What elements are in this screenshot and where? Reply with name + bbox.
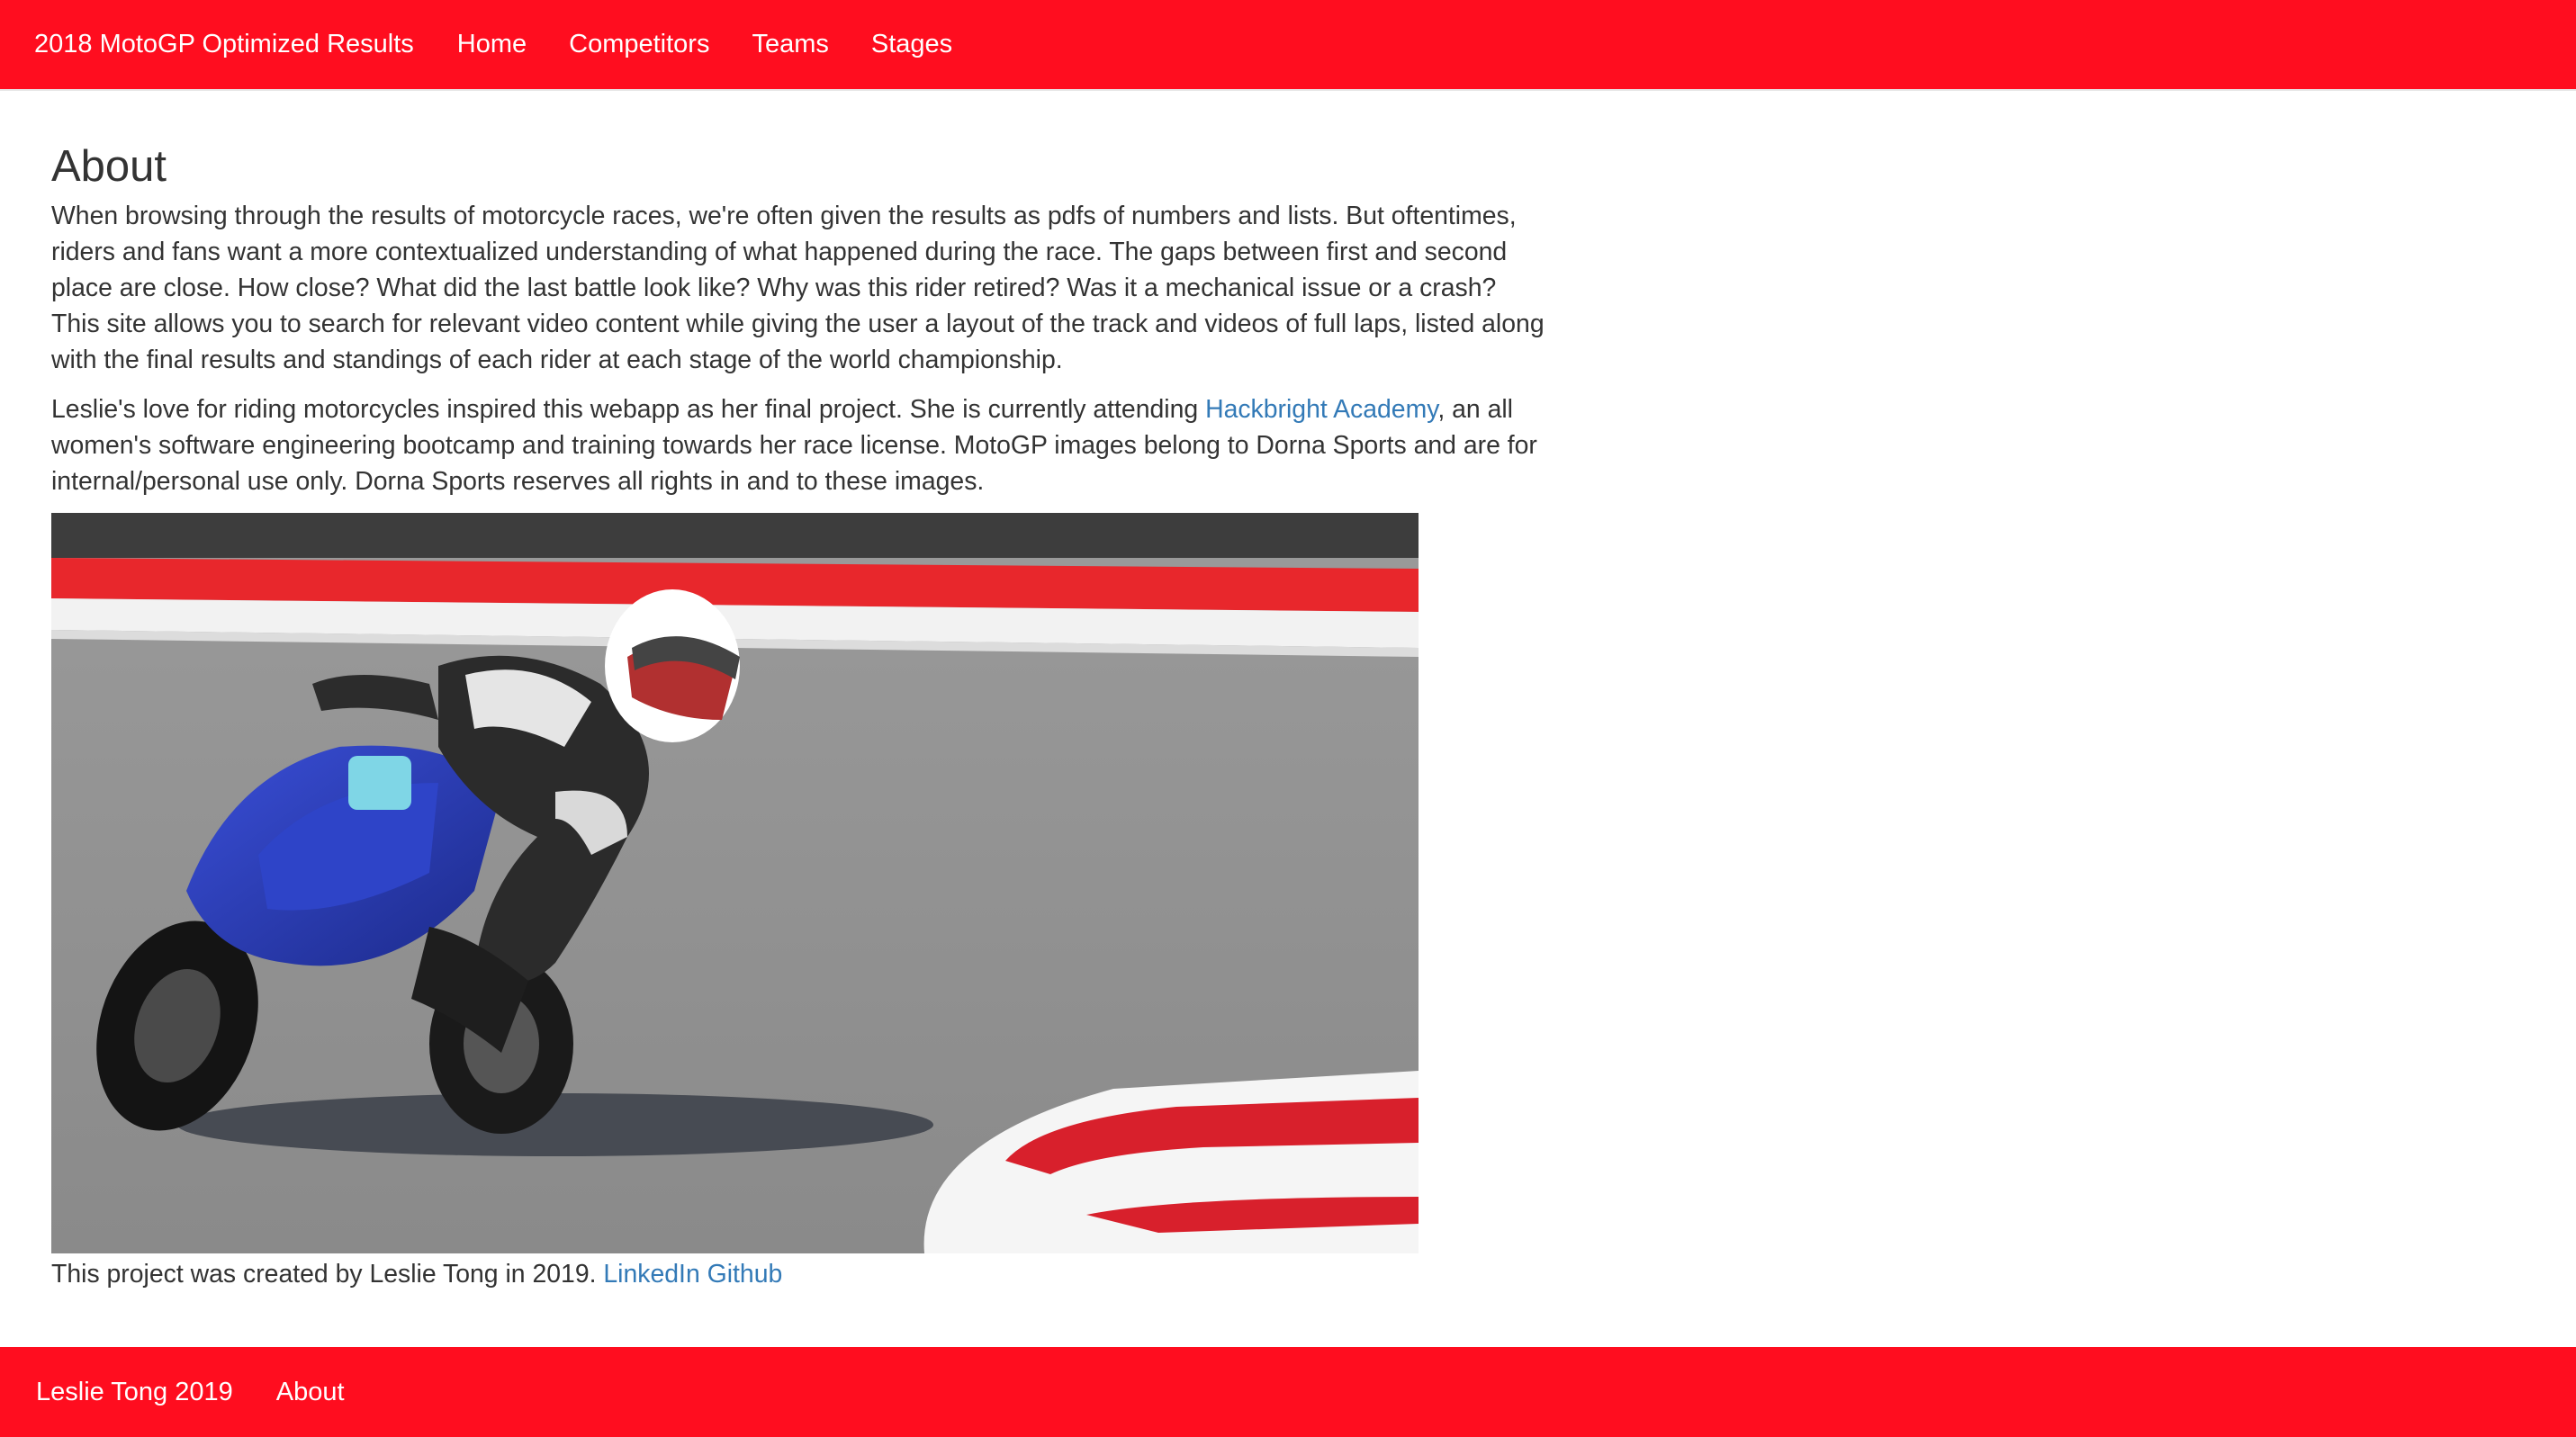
motorcycle-rider-illustration bbox=[51, 513, 1419, 1253]
linkedin-link[interactable]: LinkedIn bbox=[603, 1260, 699, 1289]
hackbright-academy-link[interactable]: Hackbright Academy bbox=[1205, 395, 1437, 424]
about-content: About When browsing through the results … bbox=[51, 135, 1545, 1291]
credit-text: This project was created by Leslie Tong … bbox=[51, 1260, 597, 1289]
page-title: About bbox=[51, 142, 167, 191]
footer-about-link[interactable]: About bbox=[276, 1378, 345, 1407]
project-credit: This project was created by Leslie Tong … bbox=[51, 1257, 1545, 1291]
paragraph-2-text-before: Leslie's love for riding motorcycles ins… bbox=[51, 395, 1206, 424]
top-navbar: 2018 MotoGP Optimized Results Home Compe… bbox=[0, 0, 2576, 91]
nav-link-teams[interactable]: Teams bbox=[752, 30, 828, 59]
nav-link-competitors[interactable]: Competitors bbox=[569, 30, 709, 59]
navbar-brand-link[interactable]: 2018 MotoGP Optimized Results bbox=[34, 30, 414, 59]
footer-copyright: Leslie Tong 2019 bbox=[36, 1377, 233, 1406]
about-paragraph-2: Leslie's love for riding motorcycles ins… bbox=[51, 391, 1545, 499]
about-paragraph-1: When browsing through the results of mot… bbox=[51, 202, 1545, 374]
motorcycle-rider-photo bbox=[51, 513, 1419, 1253]
github-link[interactable]: Github bbox=[707, 1260, 783, 1289]
nav-link-stages[interactable]: Stages bbox=[871, 30, 952, 59]
footer-bar: Leslie Tong 2019 About bbox=[0, 1347, 2576, 1437]
nav-link-home[interactable]: Home bbox=[457, 30, 527, 59]
